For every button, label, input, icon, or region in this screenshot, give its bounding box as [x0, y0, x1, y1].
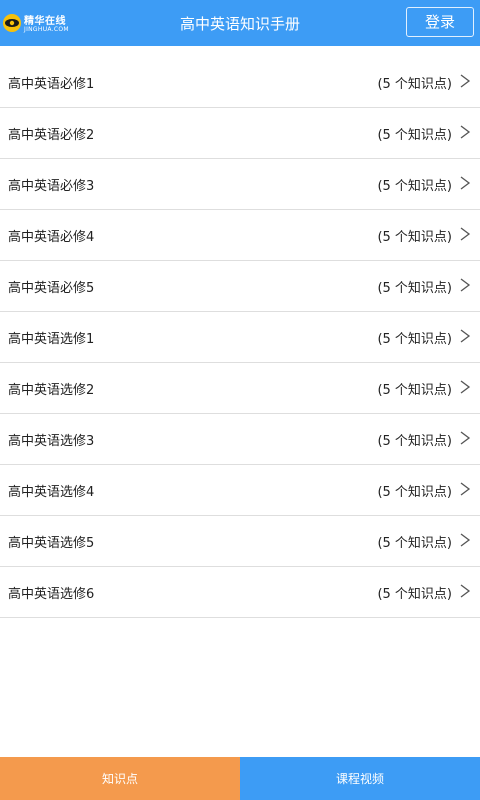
- list-item-label: 高中英语选修5: [8, 536, 95, 551]
- list-item[interactable]: 高中英语必修5 (5 个知识点): [0, 261, 480, 312]
- list-item-label: 高中英语选修6: [8, 587, 95, 602]
- list-item[interactable]: 高中英语选修4 (5 个知识点): [0, 465, 480, 516]
- chevron-right-icon: [460, 584, 471, 598]
- list-item-label: 高中英语必修1: [8, 77, 95, 92]
- list-item-count: (5 个知识点): [377, 77, 452, 92]
- list-item[interactable]: 高中英语必修1 (5 个知识点): [0, 57, 480, 108]
- list-item-count: (5 个知识点): [377, 128, 452, 143]
- list-item[interactable]: 高中英语选修2 (5 个知识点): [0, 363, 480, 414]
- list-item-label: 高中英语必修4: [8, 230, 95, 245]
- list-item-count: (5 个知识点): [377, 536, 452, 551]
- header-bar: 精华在线 JINGHUA.COM 高中英语知识手册 登录: [0, 0, 480, 46]
- list-item-count: (5 个知识点): [377, 485, 452, 500]
- chevron-right-icon: [460, 278, 471, 292]
- list-item-count: (5 个知识点): [377, 281, 452, 296]
- list-item[interactable]: 高中英语选修5 (5 个知识点): [0, 516, 480, 567]
- chevron-right-icon: [460, 431, 471, 445]
- tab-course-videos[interactable]: 课程视频: [240, 757, 480, 800]
- list-item-label: 高中英语必修5: [8, 281, 95, 296]
- list-item-label: 高中英语必修3: [8, 179, 95, 194]
- chevron-right-icon: [460, 176, 471, 190]
- list-item-count: (5 个知识点): [377, 332, 452, 347]
- list-item-label: 高中英语选修4: [8, 485, 95, 500]
- list-item[interactable]: 高中英语选修3 (5 个知识点): [0, 414, 480, 465]
- list-item[interactable]: 高中英语必修4 (5 个知识点): [0, 210, 480, 261]
- list-item[interactable]: 高中英语必修2 (5 个知识点): [0, 108, 480, 159]
- list-item-count: (5 个知识点): [377, 383, 452, 398]
- list-item-count: (5 个知识点): [377, 230, 452, 245]
- login-button[interactable]: 登录: [406, 7, 474, 37]
- list-item-label: 高中英语选修3: [8, 434, 95, 449]
- chapter-list: 高中英语必修1 (5 个知识点) 高中英语必修2 (5 个知识点) 高中英语必修…: [0, 57, 480, 618]
- chevron-right-icon: [460, 380, 471, 394]
- chevron-right-icon: [460, 125, 471, 139]
- list-item[interactable]: 高中英语选修1 (5 个知识点): [0, 312, 480, 363]
- chevron-right-icon: [460, 533, 471, 547]
- chevron-right-icon: [460, 227, 471, 241]
- list-item-count: (5 个知识点): [377, 179, 452, 194]
- list-item-count: (5 个知识点): [377, 434, 452, 449]
- bottom-tab-bar: 知识点 课程视频: [0, 757, 480, 800]
- chevron-right-icon: [460, 482, 471, 496]
- app-root: 精华在线 JINGHUA.COM 高中英语知识手册 登录 高中英语必修1 (5 …: [0, 0, 480, 800]
- list-item-label: 高中英语选修1: [8, 332, 95, 347]
- list-item-count: (5 个知识点): [377, 587, 452, 602]
- list-item[interactable]: 高中英语必修3 (5 个知识点): [0, 159, 480, 210]
- list-item-label: 高中英语选修2: [8, 383, 95, 398]
- tab-knowledge-points[interactable]: 知识点: [0, 757, 240, 800]
- list-item[interactable]: 高中英语选修6 (5 个知识点): [0, 567, 480, 618]
- list-item-label: 高中英语必修2: [8, 128, 95, 143]
- chevron-right-icon: [460, 329, 471, 343]
- chevron-right-icon: [460, 74, 471, 88]
